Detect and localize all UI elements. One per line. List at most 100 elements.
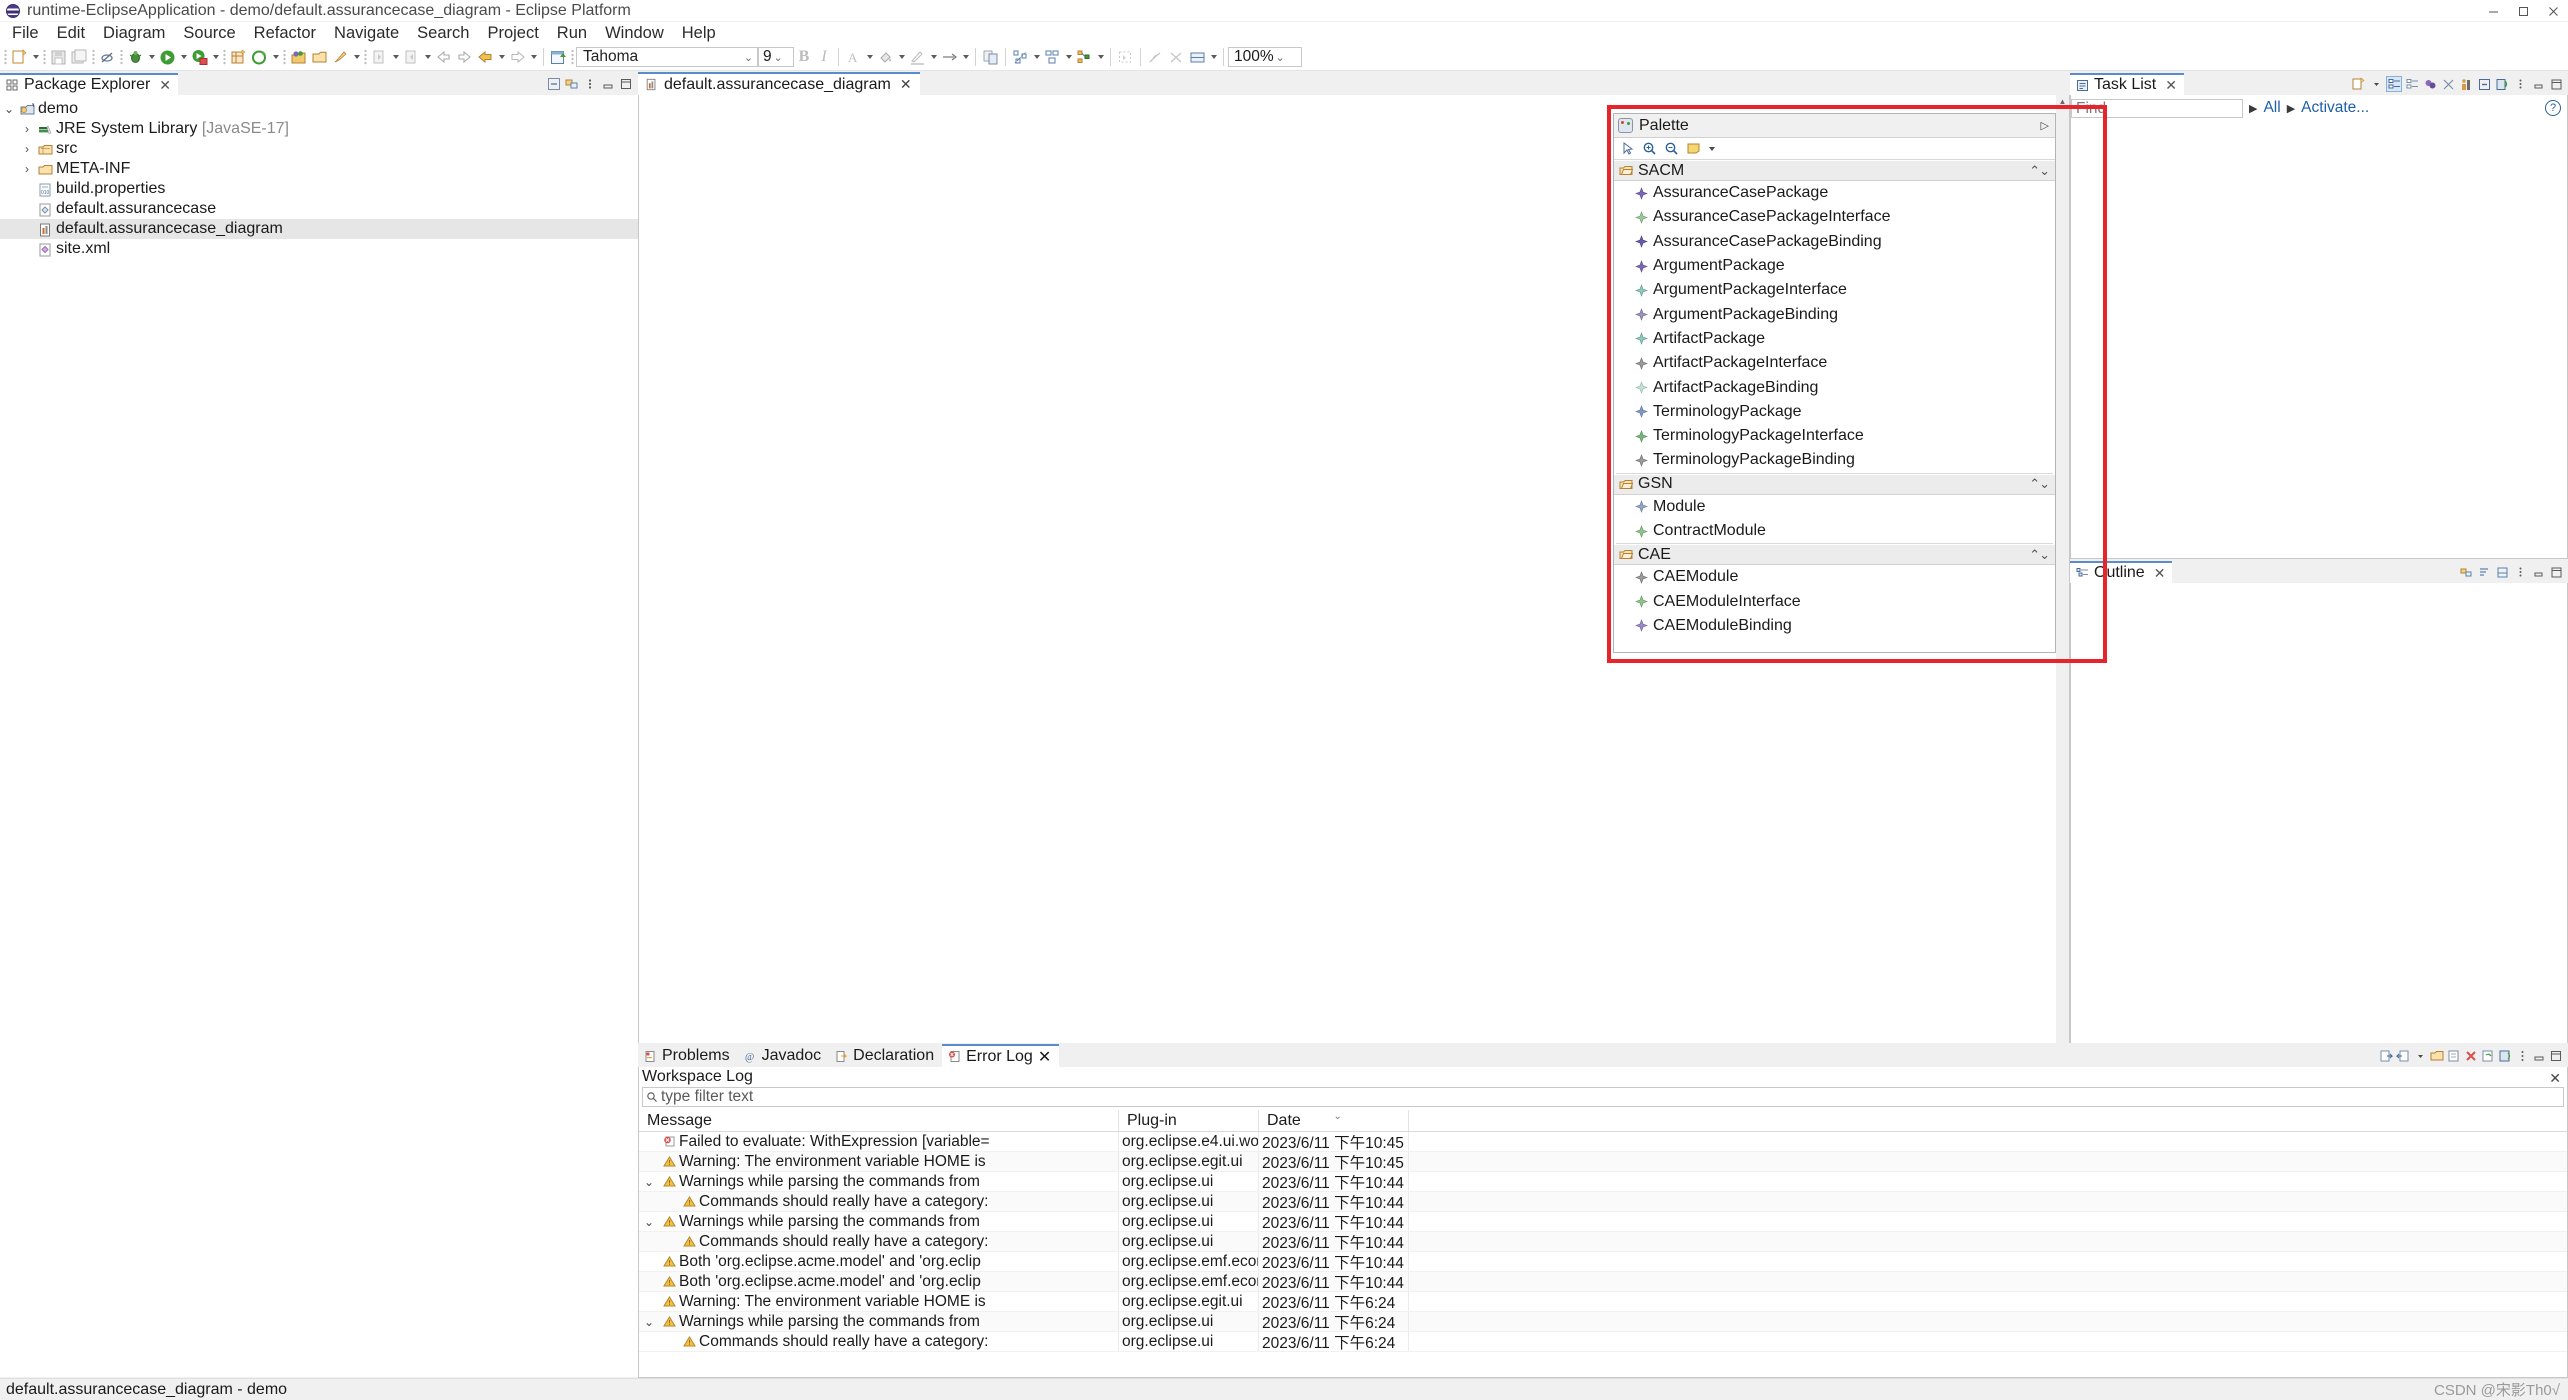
palette-item-module[interactable]: Module [1614, 495, 2055, 519]
tab-javadoc[interactable]: @ Javadoc [738, 1045, 830, 1067]
align-icon[interactable] [1010, 47, 1031, 68]
search-icon[interactable] [288, 47, 309, 68]
sort-icon[interactable] [2476, 564, 2492, 580]
activate-link[interactable]: Activate... [2301, 99, 2369, 117]
column-header-plugin[interactable]: Plug-in [1119, 1110, 1259, 1131]
new-wizard-icon[interactable] [9, 47, 30, 68]
note-tool-icon[interactable] [1684, 140, 1703, 158]
tree-item-demo[interactable]: ⌄ demo [0, 99, 638, 119]
menu-item-window[interactable]: Window [596, 22, 673, 44]
palette-item-assurancecasepackage[interactable]: AssuranceCasePackage [1614, 181, 2055, 205]
palette-content[interactable]: SACM ⌃⌄ AssuranceCasePackage AssuranceCa… [1614, 160, 2055, 652]
view-menu-icon[interactable] [2512, 76, 2528, 92]
table-row[interactable]: ! Both 'org.eclipse.acme.model' and 'org… [639, 1272, 2567, 1292]
tab-task-list[interactable]: Task List ✕ [2070, 73, 2184, 95]
new-task-dropdown[interactable] [2368, 76, 2384, 92]
auto-size-dropdown[interactable] [1063, 47, 1074, 68]
palette-item-caemoduleinterface[interactable]: CAEModuleInterface [1614, 589, 2055, 613]
new-wizard-dropdown[interactable] [30, 47, 41, 68]
distribute-icon[interactable] [1074, 47, 1095, 68]
toggle-breadcrumb-icon[interactable] [330, 47, 351, 68]
menu-item-run[interactable]: Run [548, 22, 596, 44]
view-menu-icon[interactable] [2514, 1048, 2530, 1064]
open-log-icon[interactable] [2429, 1048, 2445, 1064]
close-icon[interactable]: ✕ [2154, 565, 2166, 582]
font-color-dropdown[interactable] [864, 47, 875, 68]
table-row[interactable]: ⌄ ! Warnings while parsing the commands … [639, 1172, 2567, 1192]
palette-item-argumentpackageinterface[interactable]: ArgumentPackageInterface [1614, 278, 2055, 302]
import-log-icon[interactable] [2395, 1048, 2411, 1064]
collapse-icon[interactable]: ⌃⌄ [2029, 547, 2050, 563]
palette-item-argumentpackagebinding[interactable]: ArgumentPackageBinding [1614, 302, 2055, 326]
debug-dropdown[interactable] [146, 47, 157, 68]
restore-log-icon[interactable] [2480, 1048, 2496, 1064]
palette-item-caemodulebinding[interactable]: CAEModuleBinding [1614, 614, 2055, 638]
tree-item-default-assurancecase-diagram[interactable]: default.assurancecase_diagram [0, 219, 638, 239]
twisty-expanded-icon[interactable]: ⌄ [639, 1215, 659, 1229]
back-icon[interactable] [475, 47, 496, 68]
tab-problems[interactable]: Problems [638, 1045, 738, 1067]
new-java-package-icon[interactable] [228, 47, 249, 68]
distribute-dropdown[interactable] [1095, 47, 1106, 68]
package-explorer-tree[interactable]: ⌄ demo › JRE System Library [JavaSE-17] [0, 95, 638, 1377]
palette-group-gsn[interactable]: GSN ⌃⌄ [1614, 473, 2055, 495]
close-icon[interactable]: ✕ [159, 77, 171, 94]
fill-color-dropdown[interactable] [896, 47, 907, 68]
toolbar-grip[interactable] [364, 48, 367, 66]
forward-icon[interactable] [507, 47, 528, 68]
twisty-collapsed-icon[interactable]: › [18, 122, 36, 136]
open-type-icon[interactable] [249, 47, 270, 68]
palette-item-assurancecasepackageinterface[interactable]: AssuranceCasePackageInterface [1614, 205, 2055, 229]
menu-item-help[interactable]: Help [673, 22, 725, 44]
next-annotation-icon[interactable] [369, 47, 390, 68]
page-break-dropdown[interactable] [1208, 47, 1219, 68]
table-row[interactable]: ! Both 'org.eclipse.acme.model' and 'org… [639, 1252, 2567, 1272]
debug-icon[interactable] [125, 47, 146, 68]
twisty-collapsed-icon[interactable]: › [18, 162, 36, 176]
menu-item-project[interactable]: Project [478, 22, 547, 44]
palette-item-artifactpackageinterface[interactable]: ArtifactPackageInterface [1614, 351, 2055, 375]
column-header-message[interactable]: Message [639, 1110, 1119, 1131]
scheduled-icon[interactable] [2404, 76, 2420, 92]
minimize-icon[interactable] [2478, 0, 2508, 22]
table-row[interactable]: ! Warning: The environment variable HOME… [639, 1152, 2567, 1172]
palette-group-cae[interactable]: CAE ⌃⌄ [1614, 544, 2055, 566]
line-style-icon[interactable] [939, 47, 960, 68]
menu-item-source[interactable]: Source [174, 22, 244, 44]
palette-group-sacm[interactable]: SACM ⌃⌄ [1614, 160, 2055, 181]
forward-nav-icon[interactable] [454, 47, 475, 68]
diagram-icon[interactable] [548, 47, 569, 68]
tab-error-log[interactable]: Error Log ✕ [942, 1044, 1060, 1067]
presentation-icon[interactable] [2458, 76, 2474, 92]
find-input[interactable]: Find [2071, 98, 2243, 118]
export-dropdown-icon[interactable] [2412, 1048, 2428, 1064]
link-icon[interactable] [2458, 564, 2474, 580]
tab-package-explorer[interactable]: Package Explorer ✕ [0, 73, 179, 95]
view-menu-icon[interactable] [582, 76, 598, 92]
tab-outline[interactable]: Outline ✕ [2070, 561, 2173, 583]
twisty-collapsed-icon[interactable]: › [18, 142, 36, 156]
table-row[interactable]: ⌄ ! Warnings while parsing the commands … [639, 1212, 2567, 1232]
link-with-editor-icon[interactable] [564, 76, 580, 92]
view-menu-icon[interactable] [2512, 564, 2528, 580]
scope-all-link[interactable]: All [2263, 99, 2280, 117]
line-style-dropdown[interactable] [960, 47, 971, 68]
column-header-date[interactable]: Date ⌄ [1259, 1110, 1409, 1131]
log-table-rows[interactable]: Failed to evaluate: WithExpression [vari… [639, 1132, 2567, 1377]
route-icon[interactable] [1145, 47, 1166, 68]
font-size-combo[interactable]: 9 ⌄ [758, 47, 794, 67]
close-icon[interactable]: ✕ [1038, 1047, 1051, 1067]
arrange-all-icon[interactable] [980, 47, 1001, 68]
zoom-in-tool-icon[interactable] [1640, 140, 1659, 158]
select-tool-icon[interactable] [1618, 140, 1637, 158]
bold-button[interactable]: B [794, 48, 814, 66]
menu-item-search[interactable]: Search [408, 22, 478, 44]
next-annotation-dropdown[interactable] [390, 47, 401, 68]
palette-item-assurancecasepackagebinding[interactable]: AssuranceCasePackageBinding [1614, 230, 2055, 254]
run-external-tools-icon[interactable] [189, 47, 210, 68]
toolbar-grip[interactable] [223, 48, 226, 66]
maximize-icon[interactable] [2548, 76, 2564, 92]
close-icon[interactable]: ✕ [2165, 77, 2177, 94]
table-row[interactable]: ! Commands should really have a category… [639, 1192, 2567, 1212]
minimize-icon[interactable] [2531, 1048, 2547, 1064]
